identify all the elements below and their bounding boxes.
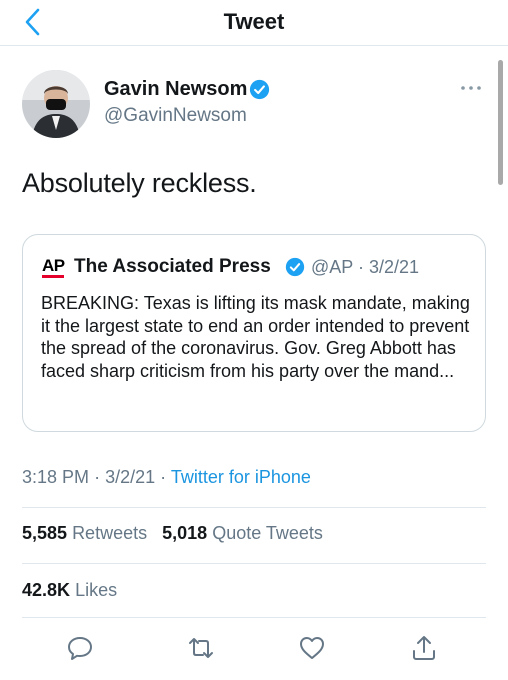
share-button[interactable] [408,632,440,664]
more-options-button[interactable] [456,80,486,96]
ap-logo: AP [42,256,65,275]
tweet-time: 3:18 PM [22,467,90,487]
verified-badge-icon [285,257,305,277]
divider [22,617,486,618]
ap-logo-underline [42,275,64,278]
more-dots-icon [461,86,481,90]
separator-dot: · [160,467,167,487]
share-icon [413,636,435,660]
likes-label: Likes [75,580,118,600]
tweet-date: 3/2/21 [105,467,156,487]
reply-button[interactable] [64,632,96,664]
author-handle[interactable]: @GavinNewsom [104,105,247,127]
top-nav-bar: Tweet [0,0,508,46]
page-title: Tweet [223,9,285,34]
likes-count: 42.8K [22,580,71,600]
avatar[interactable] [22,70,90,138]
avatar-photo [22,70,90,138]
tweet-text: Absolutely reckless. [22,168,257,198]
stats-row: 5,585 Retweets 5,018 Quote Tweets [22,523,323,544]
quote-author-name: The Associated Press [74,256,271,277]
quote-tweets-stat[interactable]: 5,018 Quote Tweets [162,523,323,543]
separator-dot: · [357,257,364,277]
quote-tweets-label: Quote Tweets [212,523,323,543]
retweets-stat[interactable]: 5,585 Retweets [22,523,152,543]
divider [22,563,486,564]
reply-icon [68,637,92,660]
like-button[interactable] [296,632,328,664]
quote-date: 3/2/21 [369,257,420,277]
retweet-button[interactable] [185,632,217,664]
author-name[interactable]: Gavin Newsom [104,78,247,101]
quote-author-handle: @AP [311,257,353,277]
source-link[interactable]: Twitter for iPhone [171,467,311,487]
tweet-timestamp: 3:18 PM · 3/2/21 · Twitter for iPhone [22,467,311,488]
quote-tweets-count: 5,018 [162,523,208,543]
quoted-tweet-card[interactable]: AP The Associated Press @AP · 3/2/21 BRE… [22,234,486,432]
quote-text: BREAKING: Texas is lifting its mask mand… [41,293,470,381]
retweets-count: 5,585 [22,523,68,543]
separator-dot: · [94,467,101,487]
retweets-label: Retweets [72,523,148,543]
verified-badge-icon [249,79,270,100]
divider [22,507,486,508]
likes-stat[interactable]: 42.8K Likes [22,580,117,601]
scrollbar[interactable] [498,60,503,185]
retweet-icon [189,638,213,658]
heart-icon [300,637,324,659]
quote-meta: @AP · 3/2/21 [311,257,419,278]
